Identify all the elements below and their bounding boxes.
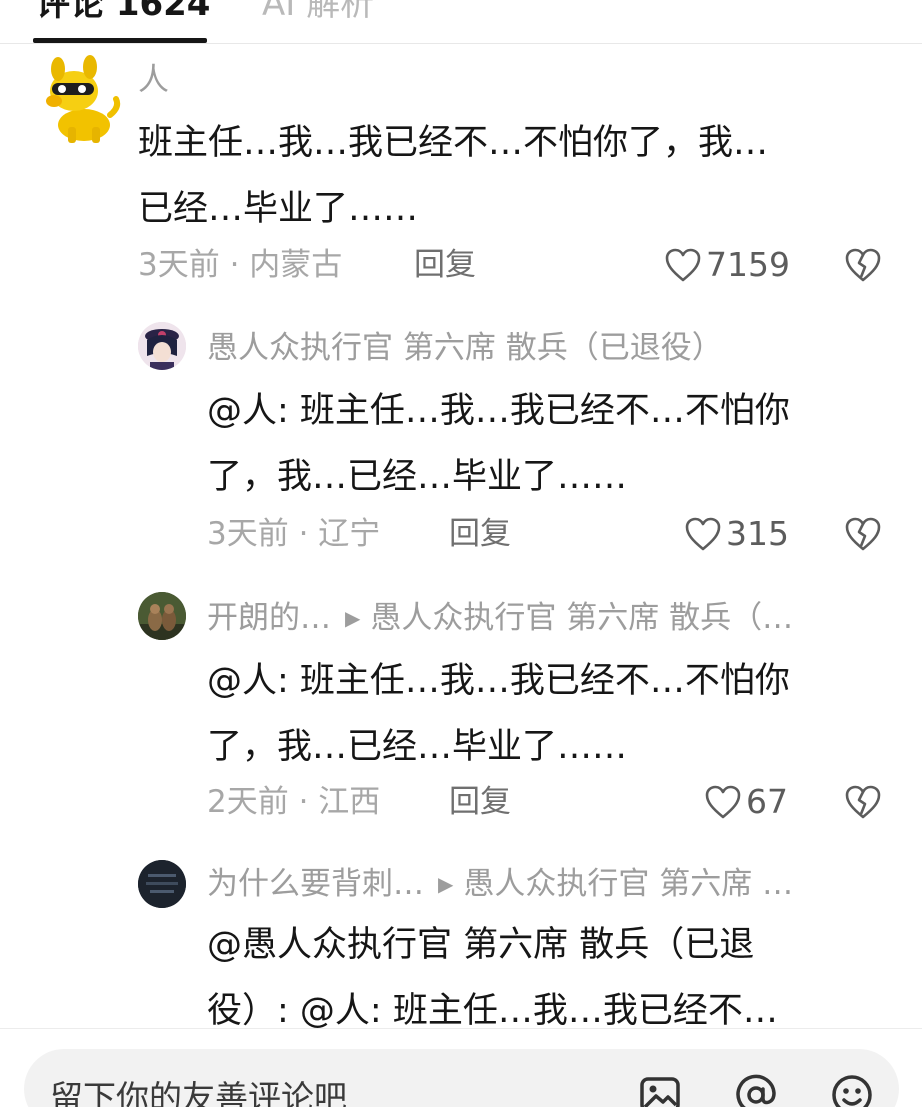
broken-heart-icon[interactable] bbox=[844, 516, 882, 552]
reply-text-line: 了，我…已经…毕业了…… bbox=[207, 457, 628, 497]
comment-time-location: 3天前 · 内蒙古 bbox=[138, 247, 343, 283]
avatar[interactable] bbox=[40, 55, 122, 145]
like-button[interactable]: 67 bbox=[704, 782, 788, 822]
comment-input-placeholder: 留下你的友善评论吧 bbox=[50, 1078, 347, 1107]
reply-text-line: @人: 班主任…我…我已经不…不怕你 bbox=[207, 391, 790, 431]
comment-username[interactable]: 人 bbox=[138, 60, 169, 100]
reply-username: 开朗的… ▶ 愚人众执行官 第六席 散兵（… bbox=[207, 598, 793, 638]
reply-text-line: @人: 班主任…我…我已经不…不怕你 bbox=[207, 661, 790, 701]
reply-time-location: 2天前 · 江西 bbox=[207, 784, 381, 820]
comment-text-line: 班主任…我…我已经不…不怕你了，我… bbox=[138, 123, 769, 163]
like-count: 7159 bbox=[706, 245, 790, 284]
heart-outline-icon bbox=[685, 517, 721, 551]
broken-heart-icon[interactable] bbox=[844, 247, 882, 283]
reply-button[interactable]: 回复 bbox=[449, 782, 511, 822]
reply-author-name[interactable]: 为什么要背刺… bbox=[207, 866, 424, 902]
reply-target-name[interactable]: 愚人众执行官 第六席 散兵（… bbox=[370, 600, 793, 636]
like-count: 67 bbox=[746, 782, 788, 821]
comment-input-bar: 留下你的友善评论吧 bbox=[0, 1028, 922, 1107]
avatar[interactable] bbox=[138, 592, 186, 640]
reply-username[interactable]: 愚人众执行官 第六席 散兵（已退役） bbox=[207, 328, 723, 368]
reply-target-name[interactable]: 愚人众执行官 第六席 … bbox=[463, 866, 793, 902]
at-sign-icon[interactable] bbox=[732, 1071, 780, 1107]
anime-character-avatar-icon bbox=[138, 322, 186, 370]
heart-outline-icon bbox=[665, 248, 701, 282]
comment-text-line: 已经…毕业了…… bbox=[138, 189, 419, 229]
dark-avatar-icon bbox=[138, 860, 186, 908]
reply-text-line: @愚人众执行官 第六席 散兵（已退 bbox=[207, 925, 755, 965]
broken-heart-icon[interactable] bbox=[844, 784, 882, 820]
reply-item: 愚人众执行官 第六席 散兵（已退役） @人: 班主任…我…我已经不…不怕你 了，… bbox=[0, 300, 922, 570]
play-triangle-icon: ▶ bbox=[438, 872, 454, 896]
two-figures-avatar-icon bbox=[138, 592, 186, 640]
reply-button[interactable]: 回复 bbox=[414, 245, 476, 285]
like-button[interactable]: 315 bbox=[684, 514, 789, 554]
reply-time-location: 3天前 · 辽宁 bbox=[207, 516, 381, 552]
yellow-dog-avatar-icon bbox=[46, 55, 121, 143]
reply-author-name[interactable]: 开朗的… bbox=[207, 600, 331, 636]
like-button[interactable]: 7159 bbox=[664, 245, 790, 285]
play-triangle-icon: ▶ bbox=[345, 606, 361, 630]
reply-text-line: 役）: @人: 班主任…我…我已经不… bbox=[207, 991, 778, 1028]
avatar[interactable] bbox=[138, 322, 186, 370]
reply-item: 开朗的… ▶ 愚人众执行官 第六席 散兵（… @人: 班主任…我…我已经不…不怕你 … bbox=[0, 570, 922, 840]
reply-text-line: 了，我…已经…毕业了…… bbox=[207, 727, 628, 767]
reply-item: 为什么要背刺… ▶ 愚人众执行官 第六席 … @愚人众执行官 第六席 散兵（已退 役… bbox=[0, 840, 922, 1028]
like-count: 315 bbox=[726, 514, 789, 553]
reply-button[interactable]: 回复 bbox=[449, 514, 511, 554]
avatar[interactable] bbox=[138, 860, 186, 908]
heart-outline-icon bbox=[705, 785, 741, 819]
reply-username: 为什么要背刺… ▶ 愚人众执行官 第六席 … bbox=[207, 864, 793, 904]
image-icon[interactable] bbox=[636, 1071, 684, 1107]
smiley-face-icon[interactable] bbox=[828, 1071, 876, 1107]
comment-item: 人 班主任…我…我已经不…不怕你了，我… 已经…毕业了…… 3天前 · 内蒙古 … bbox=[0, 0, 922, 300]
